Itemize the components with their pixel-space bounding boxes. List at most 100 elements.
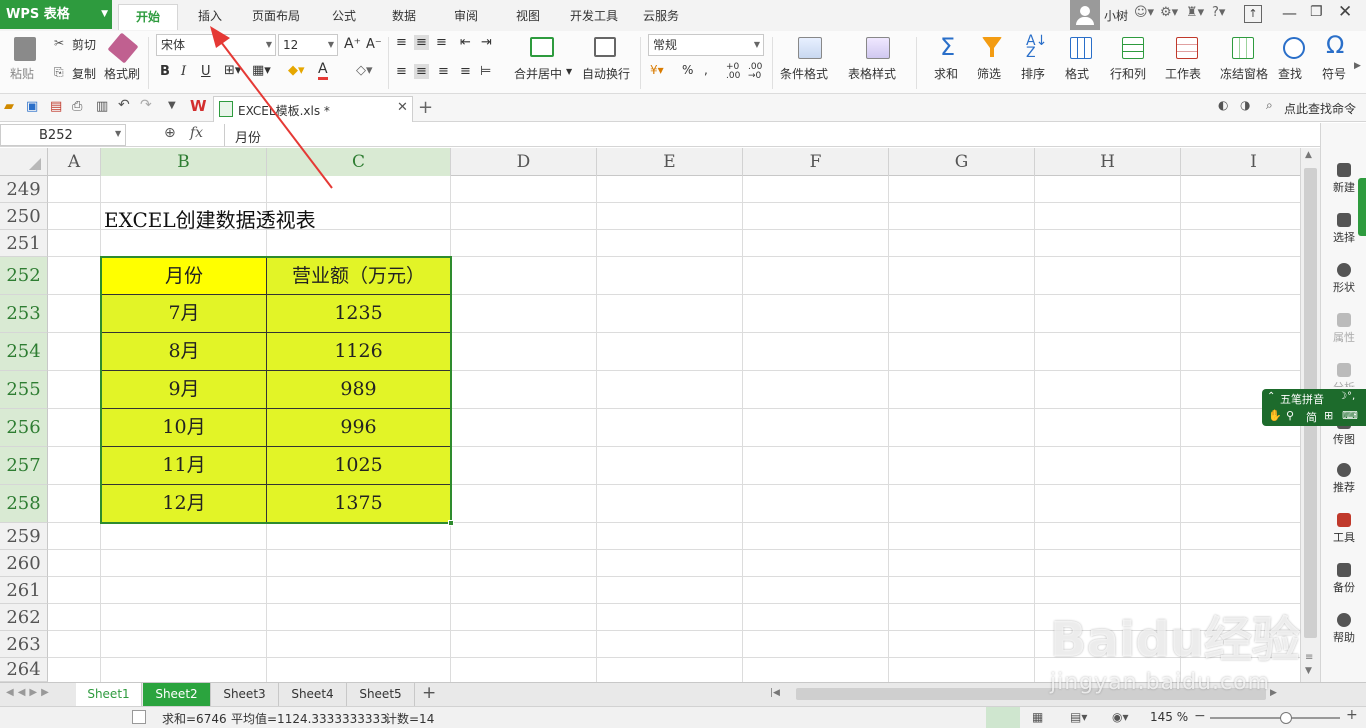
paste-button[interactable]: 粘贴 <box>10 65 34 82</box>
chevron-down-icon[interactable]: ▼ <box>566 67 572 76</box>
close-icon[interactable]: ✕ <box>1338 2 1352 22</box>
ime-simplified-label[interactable]: 简 <box>1306 409 1317 425</box>
table-cell-revenue[interactable]: 1126 <box>267 333 451 371</box>
sheet-tab[interactable]: Sheet2 <box>143 683 211 706</box>
table-cell-revenue[interactable]: 1375 <box>267 485 451 523</box>
add-sheet-icon[interactable]: + <box>422 683 436 703</box>
table-header-revenue[interactable]: 营业额（万元） <box>267 257 451 295</box>
sheet-title-cell[interactable]: EXCEL创建数据透视表 <box>104 204 316 233</box>
row-col-button[interactable]: 行和列 <box>1110 65 1146 82</box>
side-backup-button[interactable]: 备份 <box>1321 563 1366 595</box>
table-cell-month[interactable]: 10月 <box>101 409 267 447</box>
column-header-d[interactable]: D <box>451 148 597 176</box>
row-header[interactable]: 256 <box>0 409 48 447</box>
align-top-icon[interactable]: ≡ <box>396 35 407 50</box>
column-header-e[interactable]: E <box>597 148 743 176</box>
row-header[interactable]: 257 <box>0 447 48 485</box>
tab-developer[interactable]: 开发工具 <box>564 4 624 30</box>
justify-icon[interactable]: ≡ <box>460 64 471 79</box>
freeze-pane-button[interactable]: 冻结窗格 <box>1220 65 1268 82</box>
user-name[interactable]: 小树 <box>1104 7 1128 24</box>
moon-icon[interactable]: ☽°, <box>1338 391 1355 402</box>
skin-icon[interactable]: ☺▾ <box>1134 5 1154 20</box>
side-panel-toggle[interactable] <box>1358 178 1366 236</box>
table-cell-revenue[interactable]: 989 <box>267 371 451 409</box>
distributed-icon[interactable]: ⊨ <box>480 64 491 79</box>
search-command[interactable]: 点此查找命令 <box>1284 100 1356 117</box>
help-icon[interactable]: ?▾ <box>1212 5 1225 20</box>
row-header[interactable]: 254 <box>0 333 48 371</box>
sheet-nav-icon[interactable]: ◀◀▶▶ <box>6 687 53 698</box>
table-cell-revenue[interactable]: 1235 <box>267 295 451 333</box>
zoom-in-icon[interactable]: + <box>1346 707 1358 723</box>
app-menu-button[interactable]: WPS 表格 ▼ <box>0 0 112 29</box>
hscroll-left-icon[interactable]: |◀ <box>770 688 780 698</box>
restore-icon[interactable]: ❐ <box>1310 4 1323 20</box>
shirt-icon[interactable]: ♜▾ <box>1186 5 1204 20</box>
align-left-icon[interactable]: ≡ <box>396 64 407 79</box>
row-header[interactable]: 250 <box>0 203 48 230</box>
row-header[interactable]: 260 <box>0 550 48 577</box>
zoom-slider-handle[interactable] <box>1280 712 1292 724</box>
thousands-icon[interactable]: , <box>704 63 708 77</box>
sheet-tab[interactable]: Sheet5 <box>347 683 415 706</box>
row-header[interactable]: 259 <box>0 523 48 550</box>
sheet-tab[interactable]: Sheet3 <box>211 683 279 706</box>
row-header[interactable]: 258 <box>0 485 48 523</box>
indent-decrease-icon[interactable]: ⇤ <box>460 35 471 50</box>
tab-review[interactable]: 审阅 <box>444 4 488 30</box>
tab-cloud[interactable]: 云服务 <box>636 4 686 30</box>
paste-icon[interactable] <box>14 37 36 61</box>
side-tools-button[interactable]: 工具 <box>1321 513 1366 545</box>
settings-icon[interactable]: ⚙▾ <box>1160 5 1178 20</box>
number-format-select[interactable]: 常规 ▼ <box>648 34 764 56</box>
sheet-tab[interactable]: Sheet4 <box>279 683 347 706</box>
column-header-f[interactable]: F <box>743 148 889 176</box>
table-cell-month[interactable]: 9月 <box>101 371 267 409</box>
side-analysis-button[interactable]: 分析 <box>1321 363 1366 387</box>
symbol-button[interactable]: 符号 <box>1322 65 1346 82</box>
save-icon[interactable]: ▣ <box>26 99 38 114</box>
normal-view-icon[interactable] <box>986 707 1020 728</box>
open-folder-icon[interactable]: ▰ <box>4 99 14 114</box>
find-button[interactable]: 查找 <box>1278 65 1302 82</box>
split-icon[interactable]: ≡ <box>1305 652 1313 663</box>
chevron-down-icon[interactable]: ▼ <box>168 100 176 111</box>
align-center-icon[interactable]: ≡ <box>414 64 429 79</box>
undo-icon[interactable]: ↶ <box>118 97 130 113</box>
row-header[interactable]: 249 <box>0 176 48 203</box>
sync-icon[interactable]: ◑ <box>1240 98 1250 112</box>
sort-button[interactable]: 排序 <box>1021 65 1045 82</box>
cut-button[interactable]: 剪切 <box>72 36 96 53</box>
side-recommend-button[interactable]: 推荐 <box>1321 463 1366 495</box>
zoom-slider[interactable] <box>1210 717 1340 719</box>
row-header[interactable]: 263 <box>0 631 48 658</box>
row-header[interactable]: 264 <box>0 658 48 682</box>
tab-home[interactable]: 开始 <box>118 4 178 30</box>
grow-font-icon[interactable]: A⁺ <box>344 36 361 52</box>
scroll-down-icon[interactable]: ▼ <box>1305 666 1312 676</box>
keyboard-icon[interactable]: ⌨ <box>1342 409 1358 422</box>
table-header-month[interactable]: 月份 <box>101 257 267 295</box>
zoom-out-icon[interactable]: − <box>1194 708 1206 724</box>
column-header-h[interactable]: H <box>1035 148 1181 176</box>
page-break-view-icon[interactable]: ▤▾ <box>1070 710 1087 724</box>
row-header[interactable]: 253 <box>0 295 48 333</box>
sum-button[interactable]: 求和 <box>934 65 958 82</box>
table-cell-month[interactable]: 11月 <box>101 447 267 485</box>
pdf-icon[interactable]: ▤ <box>50 99 62 114</box>
table-cell-month[interactable]: 12月 <box>101 485 267 523</box>
formula-input[interactable]: 月份 <box>224 124 1320 146</box>
grid-icon[interactable]: ⊞ <box>1324 409 1333 422</box>
worksheet-button[interactable]: 工作表 <box>1165 65 1201 82</box>
print-icon[interactable]: ⎙ <box>72 99 82 114</box>
avatar[interactable] <box>1070 0 1100 30</box>
reading-mode-icon[interactable]: ◉▾ <box>1112 710 1129 724</box>
tab-view[interactable]: 视图 <box>506 4 550 30</box>
column-header-g[interactable]: G <box>889 148 1035 176</box>
align-right-icon[interactable]: ≡ <box>438 64 449 79</box>
table-cell-month[interactable]: 8月 <box>101 333 267 371</box>
align-bottom-icon[interactable]: ≡ <box>436 35 447 50</box>
select-all-corner[interactable] <box>0 148 48 176</box>
percent-icon[interactable]: % <box>682 63 693 77</box>
